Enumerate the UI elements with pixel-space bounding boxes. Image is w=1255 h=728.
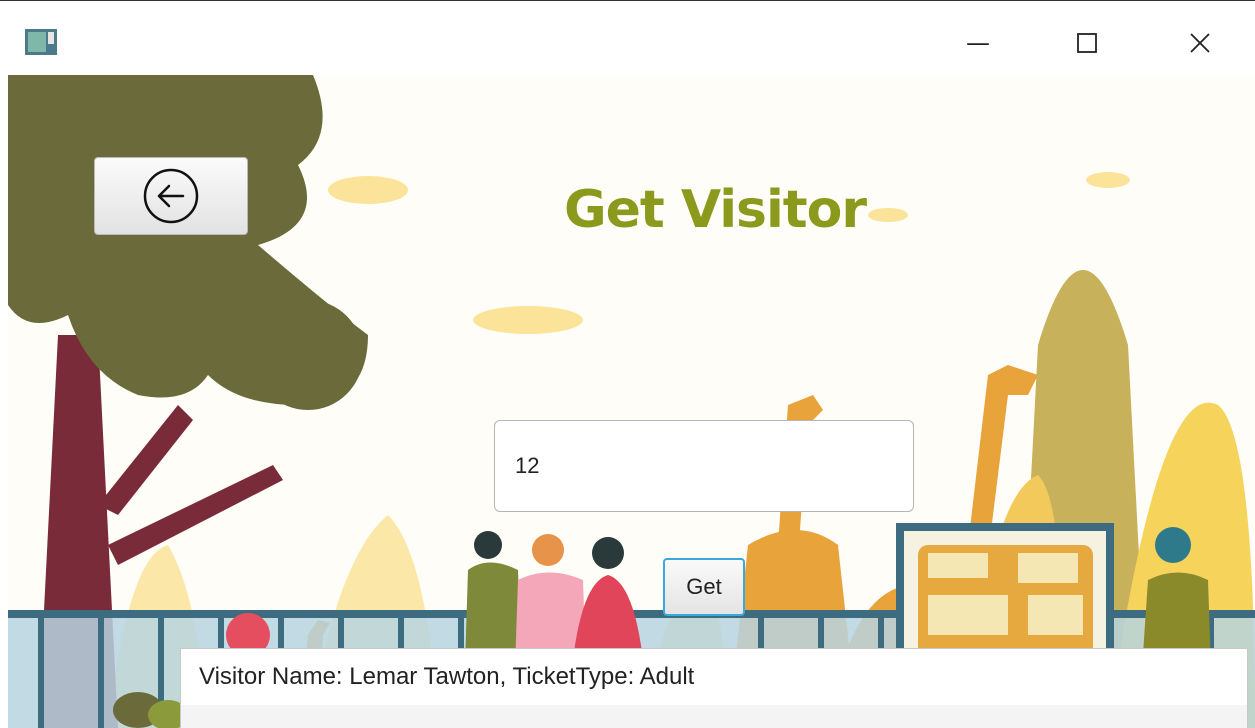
maximize-icon	[1077, 33, 1097, 53]
result-text: Visitor Name: Lemar Tawton, TicketType: …	[199, 663, 695, 690]
close-button[interactable]	[1180, 23, 1220, 63]
minimize-button[interactable]: —	[958, 23, 998, 63]
page-title: Get Visitor	[563, 180, 867, 240]
app-icon	[25, 29, 57, 55]
visitor-id-input[interactable]	[494, 420, 914, 512]
get-button[interactable]: Get	[663, 558, 745, 616]
close-icon	[1190, 33, 1210, 53]
back-button[interactable]	[94, 157, 248, 235]
circle-arrow-left-icon	[143, 168, 199, 224]
minimize-icon: —	[966, 29, 990, 57]
window-titlebar: —	[0, 0, 1255, 76]
maximize-button[interactable]	[1067, 23, 1107, 63]
result-panel: Visitor Name: Lemar Tawton, TicketType: …	[180, 648, 1248, 728]
